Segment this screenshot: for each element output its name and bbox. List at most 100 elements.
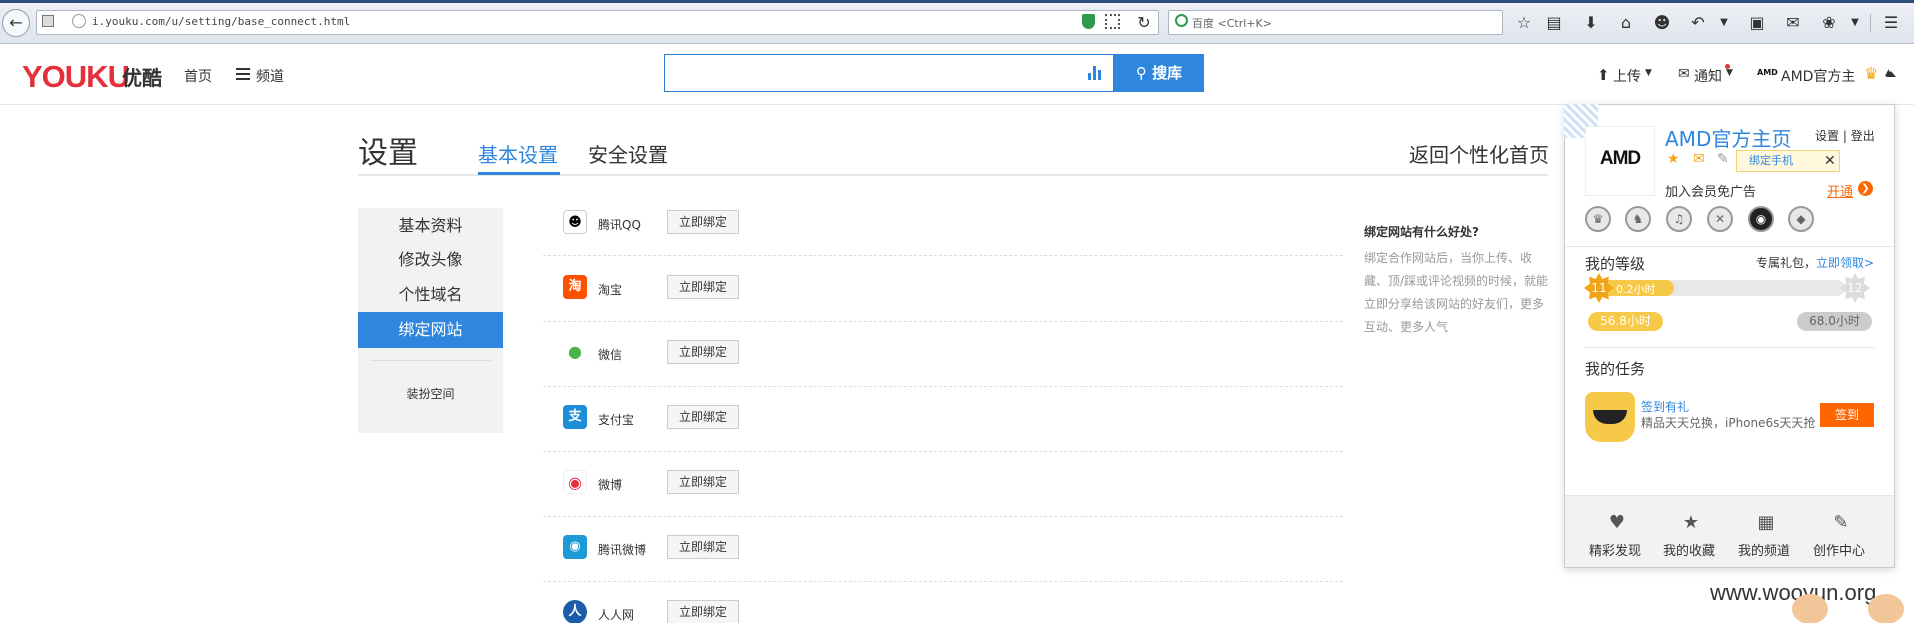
notify-dropdown-icon[interactable]: ▼ <box>1726 68 1733 78</box>
star-icon[interactable]: ★ <box>1679 512 1703 534</box>
qq-icon: ☻ <box>563 210 587 234</box>
bind-taobao-button[interactable]: 立即绑定 <box>667 275 739 299</box>
user-avatar-icon[interactable]: AMD <box>1757 68 1778 77</box>
notify-link[interactable]: 通知 <box>1694 66 1722 86</box>
edit-badge-icon: ✎ <box>1717 151 1729 167</box>
bind-alipay-button[interactable]: 立即绑定 <box>667 405 739 429</box>
vip-promo-text: 加入会员免广告 <box>1665 185 1757 200</box>
mail-badge-icon: ✉ <box>1693 151 1705 167</box>
site-name-weibo: 微博 <box>598 478 623 492</box>
settings-link[interactable]: 设置 <box>1815 129 1839 143</box>
logout-link[interactable]: 登出 <box>1851 129 1875 143</box>
avatar-logo-text: AMD <box>1599 148 1641 169</box>
browser-search-placeholder: 百度 <Ctrl+K> <box>1192 17 1272 30</box>
sidebar-item-decorate[interactable]: 装扮空间 <box>358 376 503 412</box>
dropdown-arrow-icon[interactable]: ▼ <box>1713 12 1735 34</box>
undo-icon[interactable]: ↶ <box>1687 12 1709 34</box>
upload-link[interactable]: 上传 <box>1613 66 1641 86</box>
return-home-link[interactable]: 返回个性化首页 <box>1409 139 1549 168</box>
tab-security-settings[interactable]: 安全设置 <box>588 139 668 168</box>
popup-creator-link[interactable]: 创作中心 <box>1813 540 1865 559</box>
sign-in-button[interactable]: 签到 <box>1820 403 1874 427</box>
upload-dropdown-icon[interactable]: ▼ <box>1645 68 1652 78</box>
tencent-weibo-icon: ◉ <box>563 535 587 559</box>
popup-divider <box>1585 347 1875 348</box>
site-search-input[interactable] <box>664 54 1114 92</box>
renren-icon: 人 <box>563 600 587 623</box>
bookmarks-list-icon[interactable]: ▤ <box>1543 12 1565 34</box>
row-divider <box>543 255 1343 256</box>
popup-user-name[interactable]: AMD官方主页 <box>1665 123 1791 152</box>
grid-icon[interactable]: ▦ <box>1754 512 1778 534</box>
gift-text: 专属礼包， <box>1756 256 1817 270</box>
popup-discover-link[interactable]: 精彩发现 <box>1589 540 1641 559</box>
qrcode-icon[interactable] <box>1105 14 1120 29</box>
close-icon[interactable]: ✕ <box>1824 150 1836 172</box>
download-icon[interactable]: ⬇ <box>1580 12 1602 34</box>
creator-icon[interactable]: ✎ <box>1829 512 1853 534</box>
chart-bars-icon[interactable] <box>1087 64 1103 80</box>
page-title: 设置 <box>358 136 418 171</box>
task-title: 我的任务 <box>1585 360 1646 378</box>
search-icon: ⚲ <box>1135 64 1153 82</box>
window-top-strip <box>0 0 1914 3</box>
medal-icon-4[interactable]: ✕ <box>1707 206 1733 232</box>
popup-favorites-link[interactable]: 我的收藏 <box>1663 540 1715 559</box>
sidebar-item-profile[interactable]: 基本资料 <box>358 208 503 244</box>
level-progress-text: 0.2小时 <box>1616 283 1656 296</box>
sidebar-divider <box>370 360 491 361</box>
screenshot-icon[interactable]: ▣ <box>1746 12 1768 34</box>
row-divider <box>543 386 1343 387</box>
arrow-right-icon[interactable]: ❯ <box>1858 181 1873 196</box>
tab-basic-settings[interactable]: 基本设置 <box>478 139 558 168</box>
popup-caret <box>1886 71 1896 77</box>
medal-icon-5[interactable]: ◉ <box>1748 206 1774 232</box>
upload-icon[interactable]: ⬆ <box>1597 66 1610 84</box>
youku-logo-cn[interactable]: 优酷 <box>122 62 162 91</box>
reload-icon[interactable]: ↻ <box>1133 12 1155 34</box>
popup-channel-link[interactable]: 我的频道 <box>1738 540 1790 559</box>
bind-tencent-weibo-button[interactable]: 立即绑定 <box>667 535 739 559</box>
row-divider <box>543 581 1343 582</box>
medal-icon-3[interactable]: ♫ <box>1666 206 1692 232</box>
bind-wechat-button[interactable]: 立即绑定 <box>667 340 739 364</box>
mail-icon[interactable]: ✉ <box>1678 66 1690 82</box>
sidebar-item-domain[interactable]: 个性域名 <box>358 277 503 313</box>
task-description: 精品天天兑换，iPhone6s天天抢 <box>1641 416 1816 430</box>
site-name-wechat: 微信 <box>598 348 623 362</box>
nav-home[interactable]: 首页 <box>184 66 212 86</box>
gift-link[interactable]: 立即领取> <box>1816 254 1874 271</box>
benefit-title: 绑定网站有什么好处? <box>1364 225 1479 239</box>
shield-icon[interactable] <box>1082 14 1095 29</box>
vip-open-link[interactable]: 开通 <box>1827 181 1853 200</box>
search-engine-icon[interactable] <box>1175 14 1188 27</box>
medal-icon-1[interactable]: ♛ <box>1585 206 1611 232</box>
alipay-icon: 支 <box>563 405 587 429</box>
task-name-link[interactable]: 签到有礼 <box>1641 398 1689 415</box>
heart-icon[interactable]: ♥ <box>1605 512 1629 534</box>
youku-logo[interactable]: YOUKU <box>22 59 130 95</box>
bind-qq-button[interactable]: 立即绑定 <box>667 210 739 234</box>
extension-icon[interactable]: ❀ <box>1818 12 1840 34</box>
nav-channel[interactable]: 频道 <box>256 66 284 86</box>
message-icon[interactable]: ✉ <box>1782 12 1804 34</box>
extension-dropdown-icon[interactable]: ▼ <box>1844 12 1866 34</box>
site-name-alipay: 支付宝 <box>598 413 635 427</box>
hours-required: 68.0小时 <box>1797 312 1872 331</box>
medal-icon-6[interactable]: ◆ <box>1788 206 1814 232</box>
chat-icon[interactable]: ☻ <box>1651 12 1673 34</box>
channel-menu-icon[interactable] <box>236 68 250 80</box>
sidebar-item-bind-sites[interactable]: 绑定网站 <box>358 312 503 348</box>
bind-weibo-button[interactable]: 立即绑定 <box>667 470 739 494</box>
menu-icon[interactable]: ☰ <box>1880 12 1902 34</box>
row-divider <box>543 451 1343 452</box>
sidebar-item-avatar[interactable]: 修改头像 <box>358 242 503 278</box>
bookmark-star-icon[interactable]: ☆ <box>1513 12 1535 34</box>
medal-icon-2[interactable]: ♞ <box>1625 206 1651 232</box>
home-icon[interactable]: ⌂ <box>1615 12 1637 34</box>
site-name-renren: 人人网 <box>598 608 635 622</box>
site-search-button[interactable]: ⚲ 搜库 <box>1114 54 1204 92</box>
back-button[interactable]: ← <box>2 9 30 37</box>
user-name-link[interactable]: AMD官方主 <box>1781 66 1855 86</box>
bind-renren-button[interactable]: 立即绑定 <box>667 600 739 623</box>
